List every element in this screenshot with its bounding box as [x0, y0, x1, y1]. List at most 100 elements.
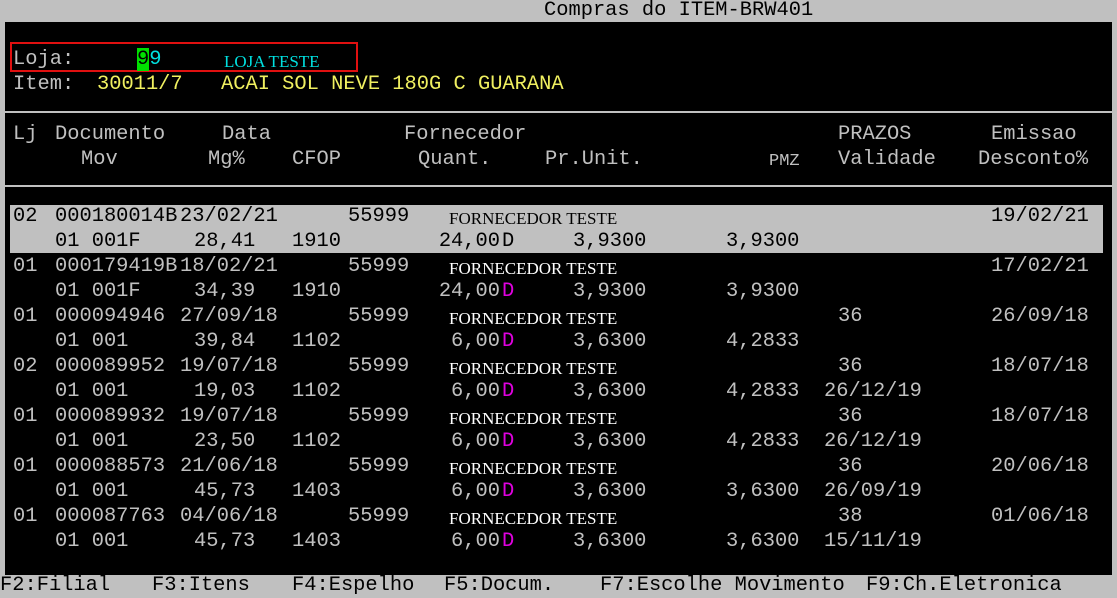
cell-documento: 000087763: [55, 505, 166, 528]
cell-documento: 000180014B: [55, 205, 178, 228]
cell-fornecedor-name: FORNECEDOR TESTE: [449, 309, 618, 328]
cell-unit: D: [502, 330, 515, 353]
fkey-filial[interactable]: F2:Filial: [0, 574, 110, 598]
col-desconto: Desconto%: [978, 148, 1089, 171]
cell-pmz: 3,6300: [726, 530, 800, 553]
cell-data: 21/06/18: [180, 455, 278, 478]
cell-documento: 000094946: [55, 305, 166, 328]
cell-lj: 01: [13, 405, 38, 428]
cell-fornecedor-code: 55999: [348, 505, 410, 528]
cell-data: 19/07/18: [180, 355, 278, 378]
window-title: Compras do ITEM-BRW401: [544, 0, 814, 22]
cell-lj: 01: [13, 505, 38, 528]
cell-prunit: 3,6300: [573, 530, 647, 553]
col-mg: Mg%: [208, 148, 245, 171]
cell-fornecedor-code: 55999: [348, 305, 410, 328]
cell-prunit: 3,6300: [573, 430, 647, 453]
cell-validade: 26/09/19: [824, 480, 922, 503]
cell-quant: 6,00: [451, 430, 500, 453]
terminal-screen: Loja: 99 LOJA TESTE Item: 30011/7 ACAI S…: [5, 22, 1112, 575]
cell-quant: 6,00: [451, 480, 500, 503]
cell-validade: 26/12/19: [824, 380, 922, 403]
cell-emissao: 18/07/18: [991, 405, 1089, 428]
col-data: Data: [222, 123, 271, 146]
cell-lj: 02: [13, 355, 38, 378]
fkey-docum[interactable]: F5:Docum.: [444, 574, 554, 598]
col-mov: Mov: [81, 148, 118, 171]
cell-unit: D: [502, 380, 515, 403]
cell-emissao: 19/02/21: [991, 205, 1089, 228]
cell-fornecedor-name: FORNECEDOR TESTE: [449, 359, 618, 378]
loja-input[interactable]: 99: [137, 48, 162, 72]
loja-value: 9: [149, 48, 162, 71]
separator-top: [5, 111, 1112, 113]
cell-quant: 6,00: [451, 330, 500, 353]
col-validade: Validade: [838, 148, 936, 171]
cell-emissao: 18/07/18: [991, 355, 1089, 378]
cell-prazo: 36: [838, 305, 863, 328]
cell-lj: 01: [13, 255, 38, 278]
cell-prunit: 3,6300: [573, 480, 647, 503]
cell-lj: 02: [13, 205, 38, 228]
cell-prazo: 36: [838, 455, 863, 478]
cell-pmz: 3,6300: [726, 480, 800, 503]
cell-documento: 000088573: [55, 455, 166, 478]
fkey-itens[interactable]: F3:Itens: [152, 574, 250, 598]
cell-unit: D: [502, 480, 515, 503]
cell-documento: 000089952: [55, 355, 166, 378]
cell-quant: 24,00: [438, 280, 500, 303]
col-documento: Documento: [55, 123, 166, 146]
cell-fornecedor-name: FORNECEDOR TESTE: [449, 509, 618, 528]
title-bar: Compras do ITEM-BRW401: [0, 0, 1117, 22]
separator-bottom: [5, 185, 1112, 187]
cell-fornecedor-name: FORNECEDOR TESTE: [449, 409, 618, 428]
cell-pmz: 4,2833: [726, 330, 800, 353]
fkey-escolhe-movimento[interactable]: F7:Escolhe Movimento: [600, 574, 845, 598]
cell-prunit: 3,9300: [573, 230, 647, 253]
cell-fornecedor-name: FORNECEDOR TESTE: [449, 209, 618, 228]
cell-pmz: 4,2833: [726, 430, 800, 453]
cell-emissao: 20/06/18: [991, 455, 1089, 478]
fkey-espelho[interactable]: F4:Espelho: [292, 574, 414, 598]
item-description: ACAI SOL NEVE 180G C GUARANA: [221, 73, 564, 96]
cell-quant: 24,00: [438, 230, 500, 253]
col-prazos: PRAZOS: [838, 123, 912, 146]
col-emissao: Emissao: [991, 123, 1077, 146]
cell-documento: 000179419B: [55, 255, 178, 278]
cell-data: 19/07/18: [180, 405, 278, 428]
cell-data: 23/02/21: [180, 205, 278, 228]
cell-fornecedor-code: 55999: [348, 255, 410, 278]
cell-pmz: 3,9300: [726, 280, 800, 303]
col-fornecedor: Fornecedor: [404, 123, 527, 146]
cell-emissao: 01/06/18: [991, 505, 1089, 528]
cell-prunit: 3,6300: [573, 330, 647, 353]
cell-validade: 26/12/19: [824, 430, 922, 453]
fkey-ch-eletronica[interactable]: F9:Ch.Eletronica: [866, 574, 1062, 598]
cell-fornecedor-name: FORNECEDOR TESTE: [449, 259, 618, 278]
col-pmz: PMZ: [769, 152, 800, 171]
text-cursor: 9: [137, 48, 150, 71]
function-key-bar: F2:Filial F3:Itens F4:Espelho F5:Docum. …: [0, 574, 1117, 598]
cell-fornecedor-code: 55999: [348, 355, 410, 378]
cell-unit: D: [502, 430, 515, 453]
loja-name: LOJA TESTE: [224, 52, 320, 71]
cell-prunit: 3,9300: [573, 280, 647, 303]
cell-unit: D: [502, 530, 515, 553]
cell-data: 04/06/18: [180, 505, 278, 528]
cell-prazo: 36: [838, 355, 863, 378]
cell-fornecedor-code: 55999: [348, 205, 410, 228]
cell-data: 18/02/21: [180, 255, 278, 278]
cell-prazo: 36: [838, 405, 863, 428]
cell-prunit: 3,6300: [573, 380, 647, 403]
cell-data: 27/09/18: [180, 305, 278, 328]
cell-fornecedor-name: FORNECEDOR TESTE: [449, 459, 618, 478]
col-cfop: CFOP: [292, 148, 341, 171]
cell-lj: 01: [13, 455, 38, 478]
cell-unit: D: [502, 280, 515, 303]
item-code: 30011/7: [97, 73, 183, 96]
cell-unit: D: [502, 230, 515, 253]
cell-quant: 6,00: [451, 530, 500, 553]
col-quant: Quant.: [418, 148, 492, 171]
cell-fornecedor-code: 55999: [348, 405, 410, 428]
loja-label: Loja:: [13, 48, 75, 71]
